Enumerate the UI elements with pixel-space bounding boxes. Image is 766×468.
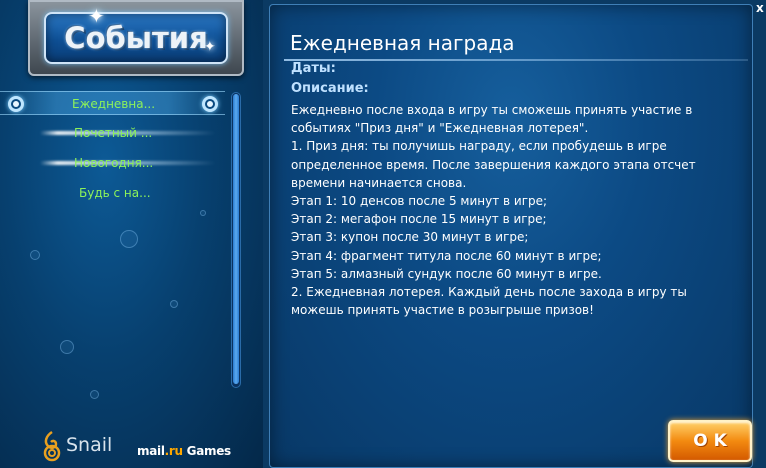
snail-icon [43, 430, 61, 462]
description-line: Этап 1: 10 денсов после 5 минут в игре; [291, 194, 548, 209]
snail-logo-text: Snail [66, 434, 113, 456]
event-item-honorary[interactable]: Почетный ... [0, 121, 225, 145]
description-line: Этап 4: фрагмент титула после 60 минут в… [291, 248, 602, 263]
scrollbar-thumb[interactable] [233, 94, 239, 384]
description-line: Этап 3: купон после 30 минут в игре; [291, 230, 529, 245]
event-description: Ежедневно после входа в игру ты сможешь … [291, 101, 731, 319]
description-line: времени начинается снова. [291, 175, 467, 190]
event-item-label: Ежедневна... [72, 97, 156, 111]
detail-frame: Ежедневная награда Даты: Описание: Ежедн… [269, 4, 753, 468]
description-line: 2. Ежедневная лотерея. Каждый день после… [291, 285, 687, 300]
banner-title: События [64, 21, 208, 55]
event-item-label: Новогодня... [74, 156, 154, 170]
mailru-logo-part: mail [137, 444, 165, 458]
events-sidebar: События ✦ ✦ Ежедневна... Почетный ... Но… [0, 0, 263, 468]
description-line: определенное время. После завершения каж… [291, 157, 696, 172]
description-line: Этап 5: алмазный сундук после 60 минут в… [291, 266, 602, 281]
description-line: Ежедневно после входа в игру ты сможешь … [291, 103, 693, 117]
event-item-label: Будь с на... [79, 186, 151, 200]
description-line: Этап 2: мегафон после 15 минут в игре; [291, 212, 547, 227]
title-divider [284, 59, 748, 61]
event-item-newyear[interactable]: Новогодня... [0, 151, 225, 175]
mailru-logo-games: Games [182, 444, 232, 458]
mailru-logo-ru: .ru [164, 444, 183, 458]
selected-ring-left-icon [8, 96, 24, 112]
ok-button[interactable]: OK [668, 420, 752, 462]
snail-logo: Snail [40, 428, 112, 462]
close-icon[interactable]: x [756, 2, 766, 14]
description-line: событиях "Приз дня" и "Ежедневная лотере… [291, 121, 589, 136]
description-label: Описание: [291, 81, 369, 96]
events-banner: События ✦ ✦ [28, 0, 244, 76]
sparkle-icon: ✦ [88, 4, 105, 28]
events-scrollbar[interactable] [231, 92, 241, 388]
dates-label: Даты: [291, 61, 336, 76]
event-item-together[interactable]: Будь с на... [0, 181, 225, 205]
description-line: можешь принять участие в розыгрыше призо… [291, 303, 594, 318]
mailru-games-logo: mail.ru Games [137, 444, 231, 458]
event-item-label: Почетный ... [74, 126, 153, 140]
sparkle-icon: ✦ [204, 39, 216, 55]
banner-plate: События [44, 12, 228, 64]
event-title: Ежедневная награда [290, 31, 515, 55]
ok-button-label: OK [693, 431, 733, 451]
selected-ring-right-icon [202, 96, 218, 112]
description-line: 1. Приз дня: ты получишь награду, если п… [291, 139, 667, 154]
event-item-daily[interactable]: Ежедневна... [0, 91, 225, 115]
event-detail-panel: Ежедневная награда Даты: Описание: Ежедн… [263, 0, 766, 468]
